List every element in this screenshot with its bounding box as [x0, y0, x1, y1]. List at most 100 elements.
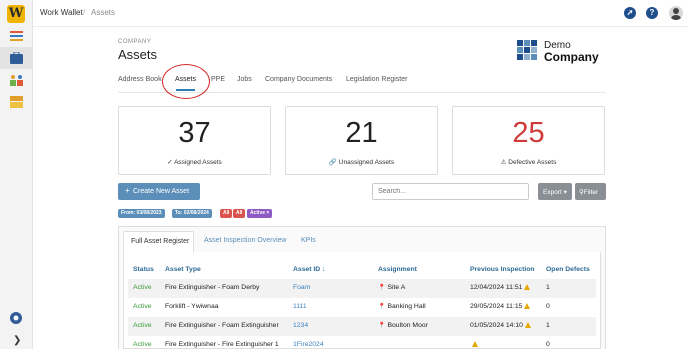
filter-chip-active[interactable]: Active ×: [247, 209, 273, 218]
stat-value: 25: [512, 117, 545, 149]
tab-label: Full Asset Register: [131, 238, 190, 245]
company-label: COMPANY: [118, 39, 152, 45]
tab-jobs[interactable]: Jobs: [237, 76, 252, 83]
tab-company-documents[interactable]: Company Documents: [265, 76, 332, 83]
cell-status: Active: [133, 322, 152, 329]
breadcrumb-page: Assets: [91, 8, 116, 17]
filter-chip-all-1[interactable]: All: [220, 209, 233, 218]
cell-asset-id[interactable]: 1Fire2024: [293, 341, 324, 348]
cell-asset-type: Fire Extinguisher - Foam Extinguisher: [165, 322, 279, 329]
sidebar-item-people[interactable]: [0, 69, 33, 91]
table-row[interactable]: Active Fire Extinguisher - Foam Extingui…: [128, 317, 596, 336]
warning-icon: [524, 322, 531, 328]
cell-assignment-text: Site A: [387, 284, 406, 291]
column-header-status[interactable]: Status: [133, 266, 154, 273]
cell-inspection-text: 12/04/2024 11:51: [470, 284, 523, 291]
column-header-asset-id[interactable]: Asset ID ↓: [293, 266, 325, 273]
cell-asset-id[interactable]: 1234: [293, 322, 308, 329]
cell-assignment: 📍 Banking Hall: [378, 303, 426, 310]
cell-assignment-text: Boulton Moor: [387, 322, 428, 329]
stat-value: 37: [178, 117, 211, 149]
cell-asset-id[interactable]: 1111: [293, 303, 307, 310]
filter-chip-all-2[interactable]: All: [233, 209, 246, 218]
stat-card-defective[interactable]: 25 ⚠ Defective Assets: [452, 106, 605, 175]
cell-previous-inspection: 01/05/2024 14:10: [470, 322, 531, 329]
gear-icon[interactable]: [9, 311, 23, 325]
rocket-icon[interactable]: ➚: [624, 7, 636, 19]
location-pin-icon: 📍: [378, 285, 386, 291]
topbar: Work Wallet / Assets ➚ ?: [33, 0, 688, 27]
stat-value: 21: [345, 117, 378, 149]
table-row[interactable]: Active Fire Extinguisher - Foam Derby Fo…: [128, 279, 596, 298]
cell-asset-type: Forklift - Ywiwnaa: [165, 303, 219, 310]
plus-icon: +: [125, 186, 130, 195]
location-pin-icon: 📍: [378, 304, 386, 310]
search-input[interactable]: [372, 183, 529, 200]
export-button[interactable]: Export ▾: [538, 183, 572, 200]
brand-line2: Company: [544, 50, 599, 64]
create-asset-button[interactable]: + Create New Asset: [118, 183, 200, 200]
cell-assignment-text: Banking Hall: [387, 303, 426, 310]
cell-open-defects: 1: [546, 322, 550, 329]
column-header-assignment[interactable]: Assignment: [378, 266, 417, 273]
cell-open-defects: 0: [546, 303, 550, 310]
cell-status: Active: [133, 303, 152, 310]
page-title: Assets: [118, 47, 158, 62]
list-icon: [10, 31, 23, 41]
filter-chip-to[interactable]: To: 02/08/2024: [172, 209, 212, 218]
stat-label: ✓ Assigned Assets: [167, 159, 222, 166]
cell-asset-id[interactable]: Foam: [293, 284, 310, 291]
stat-label: ⚠ Defective Assets: [500, 159, 557, 166]
help-icon[interactable]: ?: [646, 7, 658, 19]
cell-status: Active: [133, 341, 152, 348]
warning-icon: [524, 284, 531, 290]
table-row[interactable]: Active Forklift - Ywiwnaa 1111 📍 Banking …: [128, 298, 596, 317]
stat-card-assigned[interactable]: 37 ✓ Assigned Assets: [118, 106, 271, 175]
cell-assignment: 📍 Boulton Moor: [378, 322, 428, 329]
people-icon: [10, 75, 23, 86]
tab-kpis[interactable]: KPIs: [301, 237, 316, 244]
sidebar-item-documents[interactable]: [0, 91, 33, 113]
cell-status: Active: [133, 284, 152, 291]
stat-card-unassigned[interactable]: 21 🔗 Unassigned Assets: [285, 106, 438, 175]
cell-open-defects: 0: [546, 341, 550, 348]
breadcrumb-separator: /: [83, 8, 86, 17]
create-asset-label: Create New Asset: [133, 187, 190, 195]
tab-address-book[interactable]: Address Book: [118, 76, 162, 83]
app-window: { "app": { "logo_letter": "W", "name": "…: [0, 0, 688, 349]
column-header-asset-type[interactable]: Asset Type: [165, 266, 201, 273]
table-row[interactable]: Active Fire Extinguisher - Fire Extingui…: [128, 336, 596, 349]
cell-previous-inspection: 29/05/2024 11:15: [470, 303, 531, 310]
filter-button[interactable]: ⚲Filter: [575, 183, 606, 200]
avatar[interactable]: [669, 6, 683, 20]
breadcrumb-app[interactable]: Work Wallet: [40, 8, 83, 17]
warning-icon: [472, 341, 478, 347]
book-icon: [10, 96, 23, 108]
warning-icon: [524, 303, 531, 309]
tab-asset-inspection-overview[interactable]: Asset Inspection Overview: [204, 237, 286, 244]
app-logo[interactable]: W: [7, 5, 25, 23]
filter-chip-from[interactable]: From: 03/08/2023: [118, 209, 165, 218]
cell-inspection-text: 01/05/2024 14:10: [470, 322, 523, 329]
column-header-previous-inspection[interactable]: Previous Inspection: [470, 266, 535, 273]
tab-legislation-register[interactable]: Legislation Register: [346, 76, 407, 83]
sidebar-item-assets[interactable]: [0, 47, 33, 69]
tab-ppe[interactable]: PPE: [211, 76, 225, 83]
annotation-circle: [162, 64, 210, 99]
sidebar-item-dashboard[interactable]: [0, 25, 33, 47]
chevron-right-icon[interactable]: ❯: [13, 335, 21, 346]
sidebar: W ❯: [0, 0, 33, 349]
cell-asset-type: Fire Extinguisher - Foam Derby: [165, 284, 260, 291]
cell-asset-type: Fire Extinguisher - Fire Extinguisher 1: [165, 341, 279, 348]
cell-previous-inspection: 12/04/2024 11:51: [470, 284, 531, 291]
tab-full-asset-register[interactable]: Full Asset Register: [123, 231, 194, 252]
export-label: Export ▾: [543, 188, 567, 196]
filter-label: ⚲Filter: [579, 188, 599, 196]
cell-inspection-text: 29/05/2024 11:15: [470, 303, 523, 310]
column-header-open-defects[interactable]: Open Defects: [546, 266, 590, 273]
company-logo-icon: [517, 40, 537, 60]
company-logo: Demo Company: [517, 40, 607, 64]
location-pin-icon: 📍: [378, 323, 386, 329]
cell-open-defects: 1: [546, 284, 550, 291]
app-logo-letter: W: [8, 6, 24, 21]
